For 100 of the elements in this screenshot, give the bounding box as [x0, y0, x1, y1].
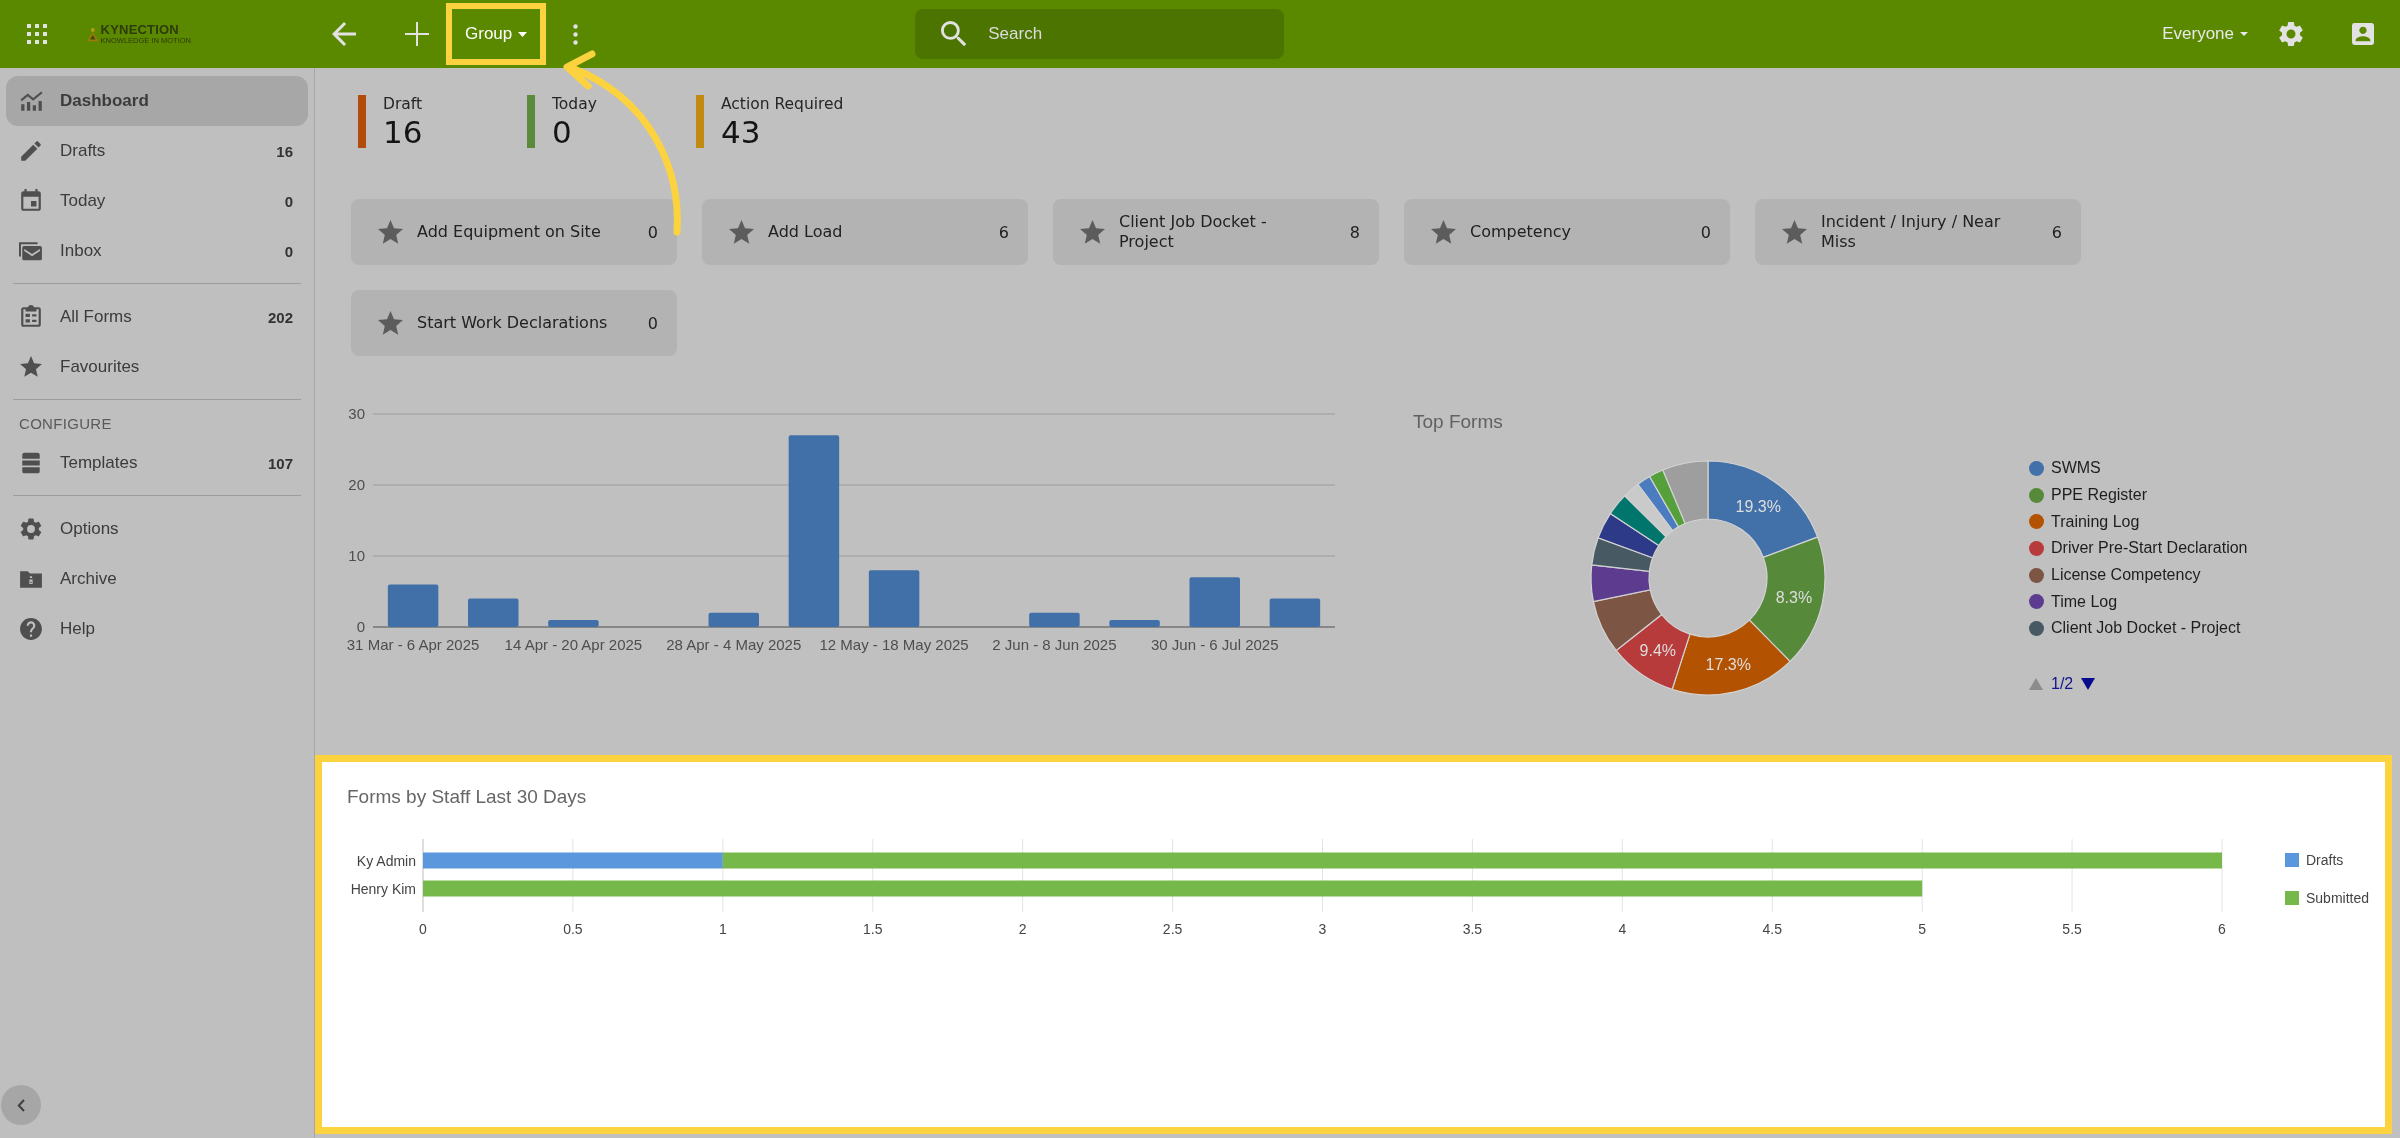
chart-bar	[1109, 619, 1160, 627]
stat-label: Draft	[383, 95, 423, 113]
star-icon	[19, 355, 43, 379]
slice-label: 9.4%	[1639, 642, 1677, 660]
chevron-left-icon	[17, 1098, 25, 1112]
sidebar-item[interactable]: Inbox 0	[6, 226, 308, 276]
axis-label: 1.5	[863, 921, 883, 937]
plus-icon	[405, 22, 429, 46]
axis-label: 2.5	[1162, 921, 1183, 937]
page-up-icon[interactable]	[2029, 677, 2043, 690]
logo-wordmark: KYNECTION	[100, 23, 179, 36]
axis-label: 0	[419, 921, 427, 937]
chart-icon	[19, 89, 43, 113]
chart-bar	[468, 598, 519, 627]
axis-label: 10	[348, 547, 365, 564]
group-dropdown[interactable]: Group	[446, 3, 547, 65]
logo-icon	[87, 26, 99, 42]
axis-label: 2 Jun - 8 Jun 2025	[992, 636, 1117, 653]
sidebar-item[interactable]: Dashboard	[6, 76, 308, 126]
slice-label: 19.3%	[1735, 497, 1781, 515]
chart-bar	[548, 619, 599, 627]
axis-label: 14 Apr - 20 Apr 2025	[504, 636, 643, 653]
account-box-icon	[2352, 23, 2374, 45]
legend-label: Time Log	[2051, 592, 2118, 611]
sidebar-item[interactable]: All Forms 202	[6, 292, 308, 342]
legend-label: License Competency	[2051, 566, 2201, 585]
mail-icon	[19, 239, 43, 263]
form-shortcut[interactable]: Competency 0	[1404, 199, 1730, 265]
axis-label: 4.5	[1762, 921, 1782, 937]
more-vertical-icon	[572, 23, 578, 45]
form-shortcut[interactable]: Incident / Injury / Near Miss 6	[1755, 199, 2081, 265]
chart-bar	[1269, 598, 1321, 627]
star-icon	[378, 220, 403, 244]
chart-bar	[387, 584, 439, 627]
page-indicator: 1/2	[2051, 674, 2074, 693]
chart-bar	[1189, 577, 1240, 627]
chart-bar	[708, 612, 759, 627]
form-shortcut[interactable]: Client Job Docket - Project 8	[1053, 199, 1379, 265]
axis-label: 4	[1618, 921, 1627, 937]
star-icon	[1782, 220, 1807, 244]
legend-label: Driver Pre-Start Declaration	[2051, 539, 2248, 558]
star-icon	[378, 311, 403, 335]
legend-label: SWMS	[2051, 459, 2101, 478]
legend-label: Submitted	[2306, 890, 2370, 906]
item-count: 0	[284, 192, 293, 210]
form-count: 0	[647, 222, 658, 242]
sidebar-item[interactable]: Favourites	[6, 342, 308, 392]
settings-icon	[19, 517, 43, 541]
form-count: 0	[647, 313, 658, 333]
axis-label: 28 Apr - 4 May 2025	[666, 636, 802, 653]
item-count: 107	[267, 454, 293, 472]
axis-label: 5.5	[2062, 921, 2082, 937]
form-shortcut[interactable]: Add Equipment on Site 0	[351, 199, 677, 265]
help-icon	[19, 617, 43, 641]
axis-label: 30 Jun - 6 Jul 2025	[1150, 636, 1279, 653]
collapse-sidebar-button[interactable]	[1, 1085, 41, 1125]
item-count: 16	[276, 142, 293, 160]
caret-icon	[518, 31, 528, 37]
axis-label: 3	[1318, 921, 1327, 937]
axis-label: 30	[348, 405, 365, 422]
star-icon	[729, 220, 754, 244]
sidebar-item[interactable]: Archive	[6, 554, 308, 604]
stat-label: Action Required	[721, 95, 844, 113]
form-count: 0	[1700, 222, 1711, 242]
search-field[interactable]: Search	[915, 9, 1285, 59]
axis-label: 12 May - 18 May 2025	[819, 636, 969, 653]
form-count: 6	[2051, 222, 2062, 242]
stat-value: 0	[552, 113, 573, 151]
axis-label: 0.5	[563, 921, 583, 937]
page-down-icon[interactable]	[2081, 677, 2096, 690]
stat-label: Today	[552, 95, 597, 113]
form-count: 6	[998, 222, 1009, 242]
chart-bar	[868, 570, 920, 627]
legend-label: Client Job Docket - Project	[2051, 619, 2241, 638]
axis-label: Henry Kim	[350, 880, 416, 897]
axis-label: 5	[1918, 921, 1927, 937]
search-icon	[941, 21, 968, 47]
axis-label: 20	[348, 476, 365, 493]
sidebar-item[interactable]: Options	[6, 504, 308, 554]
axis-label: Ky Admin	[356, 852, 416, 869]
slice-label: 17.3%	[1705, 655, 1751, 673]
item-count: 202	[267, 308, 293, 326]
sidebar-item[interactable]: Drafts 16	[6, 126, 308, 176]
caret-icon	[2240, 32, 2248, 36]
legend-label: Drafts	[2306, 852, 2344, 868]
form-shortcut[interactable]: Add Load 6	[702, 199, 1028, 265]
form-count: 8	[1349, 222, 1360, 242]
clipboard-icon	[19, 305, 43, 329]
sidebar-item[interactable]: Today 0	[6, 176, 308, 226]
form-shortcut[interactable]: Start Work Declarations 0	[351, 290, 677, 356]
axis-label: 6	[2218, 921, 2226, 937]
star-icon	[1080, 220, 1105, 244]
pencil-icon	[19, 139, 43, 163]
chart-title: Forms by Staff Last 30 Days	[346, 785, 588, 808]
settings-icon	[2279, 22, 2303, 46]
stack-icon	[19, 451, 43, 475]
sidebar-item[interactable]: Help	[6, 604, 308, 654]
star-icon	[1431, 220, 1456, 244]
axis-label: 2	[1018, 921, 1027, 937]
sidebar-item[interactable]: Templates 107	[6, 438, 308, 488]
